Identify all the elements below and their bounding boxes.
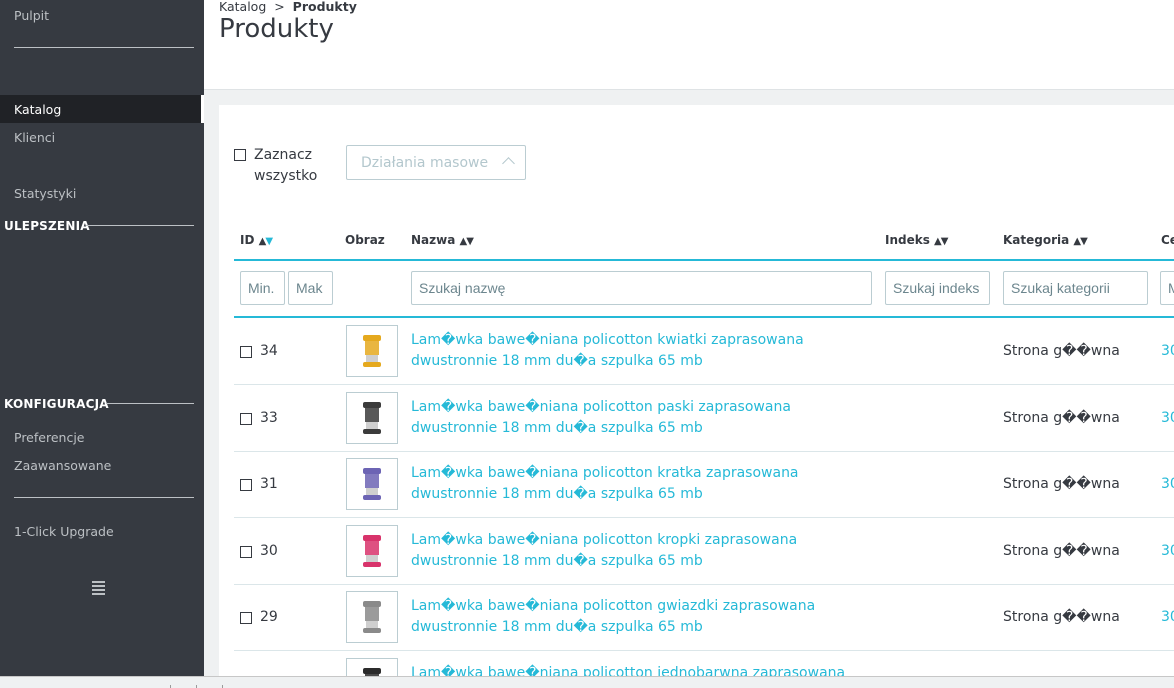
breadcrumb-current: Produkty: [292, 0, 357, 14]
sidebar-divider: [14, 47, 194, 48]
breadcrumb: Katalog > Produkty: [219, 0, 357, 14]
table-row[interactable]: 30 Lam�wka bawe�niana policotton kropki z…: [234, 518, 1174, 585]
select-all-checkbox[interactable]: [234, 149, 246, 161]
column-header-reference[interactable]: Indeks ▲▼: [885, 233, 948, 247]
column-header-name[interactable]: Nazwa ▲▼: [411, 233, 474, 247]
product-name-link[interactable]: Lam�wka bawe�niana policotton kropki zap…: [411, 530, 881, 572]
table-row[interactable]: 34 Lam�wka bawe�niana policotton kwiatki …: [234, 318, 1174, 385]
select-all-label-line2: wszystko: [254, 168, 318, 184]
row-checkbox[interactable]: [240, 346, 252, 358]
product-price[interactable]: 30: [1161, 543, 1174, 559]
page-header: Katalog > Produkty Produkty: [204, 0, 1174, 90]
chevron-up-icon: [502, 157, 515, 170]
bulk-actions-label: Działania masowe: [361, 155, 489, 171]
breadcrumb-parent[interactable]: Katalog: [219, 0, 266, 14]
product-category: Strona g��wna: [1003, 410, 1120, 426]
column-header-image: Obraz: [345, 233, 385, 247]
column-header-price[interactable]: Ce: [1161, 233, 1174, 247]
sidebar-divider: [86, 225, 194, 226]
spool-image: [363, 335, 381, 367]
table-row[interactable]: 29 Lam�wka bawe�niana policotton gwiazdki…: [234, 584, 1174, 651]
filter-id-max-input[interactable]: [288, 271, 333, 305]
product-name-link[interactable]: Lam�wka bawe�niana policotton kwiatki za…: [411, 330, 881, 372]
column-header-category[interactable]: Kategoria ▲▼: [1003, 233, 1088, 247]
row-checkbox[interactable]: [240, 612, 252, 624]
page-title: Produkty: [219, 14, 334, 44]
sidebar-item-preferences[interactable]: Preferencje: [14, 430, 84, 445]
sidebar-divider: [106, 403, 194, 404]
product-thumbnail[interactable]: [346, 325, 398, 377]
sidebar-item-upgrade[interactable]: 1-Click Upgrade: [14, 524, 114, 539]
spool-image: [363, 468, 381, 500]
product-thumbnail[interactable]: [346, 458, 398, 510]
sort-icon[interactable]: ▲▼: [1073, 236, 1087, 247]
row-checkbox[interactable]: [240, 479, 252, 491]
product-id: 31: [260, 476, 278, 492]
sidebar-item-catalog[interactable]: Katalog: [0, 95, 204, 123]
sidebar-item-dashboard[interactable]: Pulpit: [14, 8, 49, 23]
product-price[interactable]: 30: [1161, 476, 1174, 492]
row-checkbox[interactable]: [240, 413, 252, 425]
product-id: 33: [260, 410, 278, 426]
select-all-label[interactable]: Zaznacz wszystko: [254, 145, 317, 187]
product-id: 30: [260, 543, 278, 559]
product-category: Strona g��wna: [1003, 476, 1120, 492]
product-category: Strona g��wna: [1003, 343, 1120, 359]
bulk-actions-button[interactable]: Działania masowe: [346, 145, 526, 180]
spool-image: [363, 535, 381, 567]
filter-price-input[interactable]: [1160, 271, 1174, 305]
breadcrumb-separator: >: [274, 0, 285, 14]
spool-image: [363, 402, 381, 434]
column-header-label: Ce: [1161, 233, 1174, 247]
spool-image: [363, 601, 381, 633]
column-header-label: Indeks: [885, 233, 930, 247]
product-id: 29: [260, 609, 278, 625]
table-row[interactable]: 31 Lam�wka bawe�niana policotton kratka z…: [234, 451, 1174, 518]
sort-icon[interactable]: ▲▼: [934, 236, 948, 247]
sidebar-divider: [14, 497, 194, 498]
product-name-link[interactable]: Lam�wka bawe�niana policotton paski zapr…: [411, 397, 881, 439]
column-header-label: Kategoria: [1003, 233, 1070, 247]
column-header-label: ID: [240, 233, 255, 247]
row-checkbox[interactable]: [240, 546, 252, 558]
filter-name-input[interactable]: [411, 271, 872, 305]
column-header-label: Obraz: [345, 233, 385, 247]
sidebar: Pulpit Katalog Klienci Statystyki ULEPSZ…: [0, 0, 204, 676]
product-thumbnail[interactable]: [346, 591, 398, 643]
filter-reference-input[interactable]: [885, 271, 990, 305]
filter-category-input[interactable]: [1003, 271, 1148, 305]
product-price[interactable]: 30: [1161, 410, 1174, 426]
table-row[interactable]: 33 Lam�wka bawe�niana policotton paski za…: [234, 385, 1174, 452]
select-all-label-line1: Zaznacz: [254, 147, 313, 163]
column-header-id[interactable]: ID ▲▼: [240, 233, 273, 247]
product-category: Strona g��wna: [1003, 543, 1120, 559]
product-category: Strona g��wna: [1003, 609, 1120, 625]
filter-id-min-input[interactable]: [240, 271, 285, 305]
sidebar-section-improvements: ULEPSZENIA: [4, 219, 90, 233]
sort-icon[interactable]: ▲▼: [460, 236, 474, 247]
product-thumbnail[interactable]: [346, 392, 398, 444]
sidebar-item-customers[interactable]: Klienci: [14, 130, 55, 145]
collapse-menu-icon[interactable]: [92, 581, 105, 597]
column-header-label: Nazwa: [411, 233, 456, 247]
product-price[interactable]: 30: [1161, 609, 1174, 625]
status-bar: [0, 676, 1174, 688]
product-price[interactable]: 30: [1161, 343, 1174, 359]
product-name-link[interactable]: Lam�wka bawe�niana policotton gwiazdki z…: [411, 596, 881, 638]
header-divider: [234, 259, 1174, 261]
product-name-link[interactable]: Lam�wka bawe�niana policotton kratka zap…: [411, 463, 881, 505]
product-id: 34: [260, 343, 278, 359]
sort-icon[interactable]: ▲▼: [259, 236, 273, 247]
product-thumbnail[interactable]: [346, 525, 398, 577]
sidebar-item-label: Katalog: [14, 102, 62, 117]
sidebar-section-config: KONFIGURACJA: [4, 397, 109, 411]
sidebar-item-stats[interactable]: Statystyki: [14, 186, 76, 201]
sidebar-item-advanced[interactable]: Zaawansowane: [14, 458, 111, 473]
